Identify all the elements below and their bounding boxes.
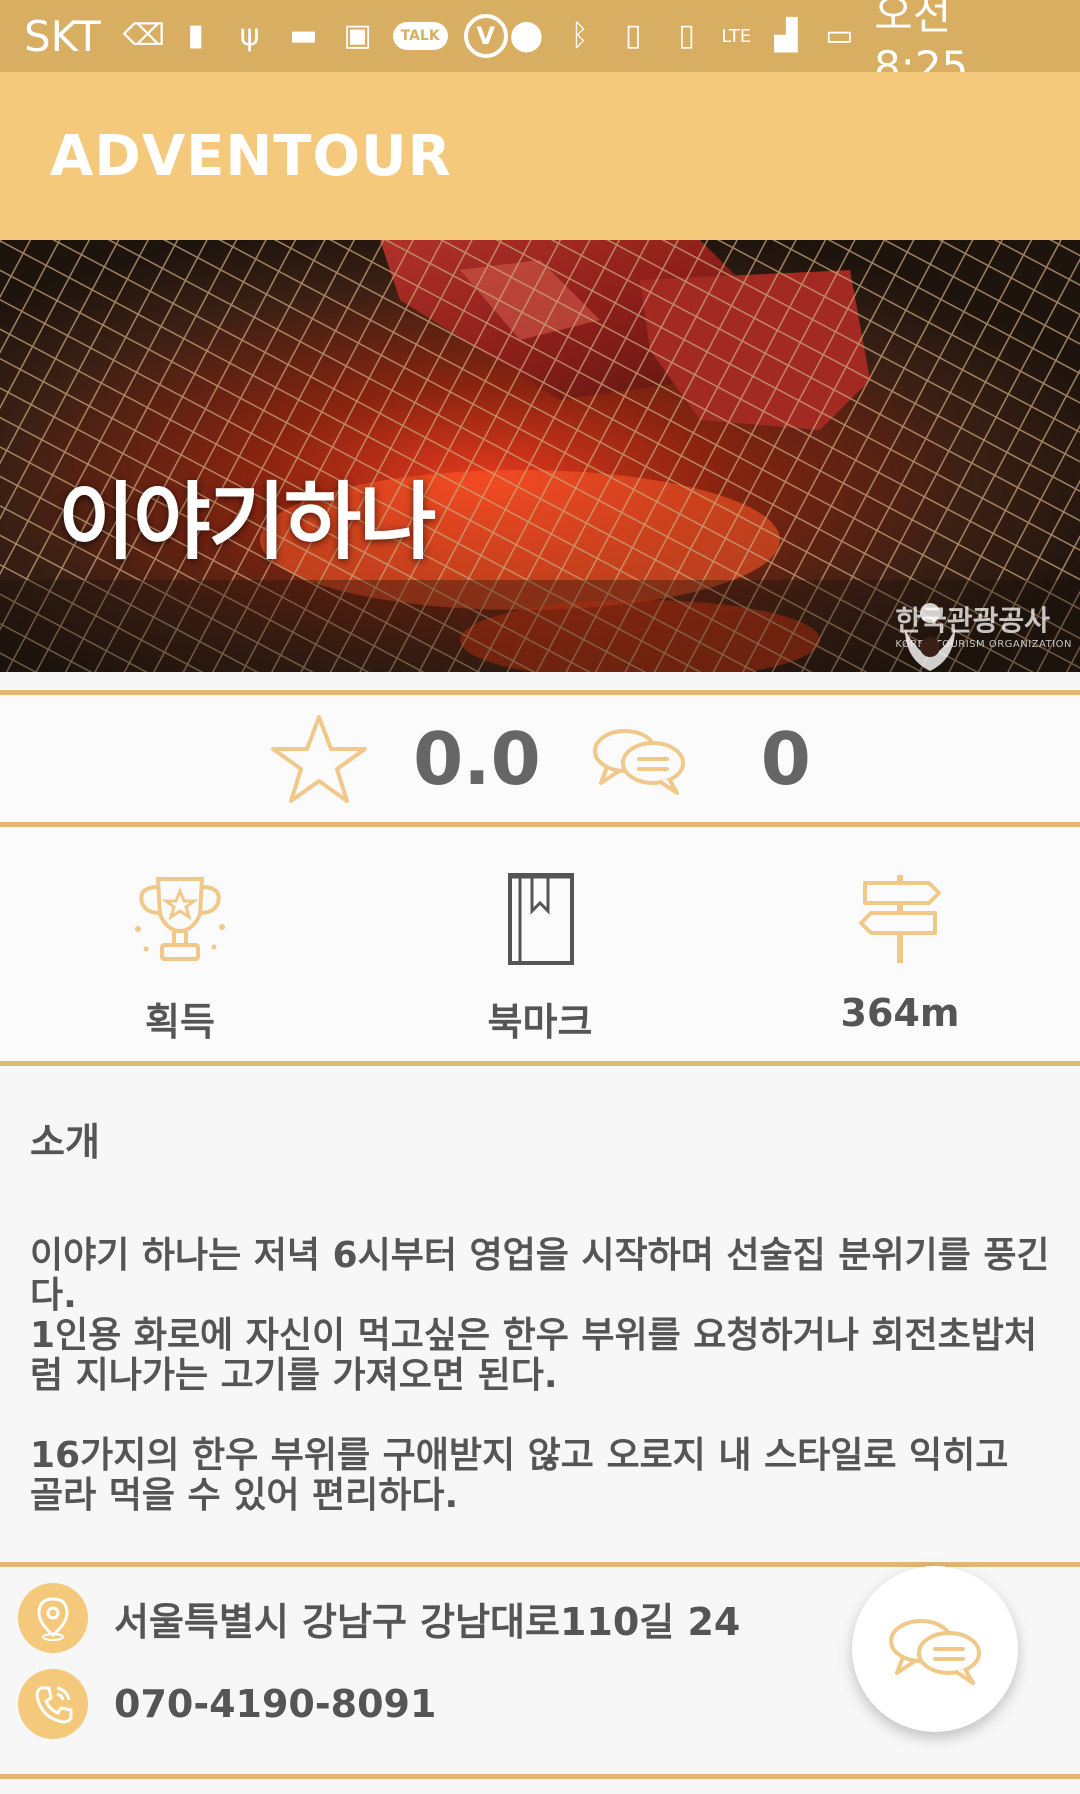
- intro-title: 소개: [30, 1120, 100, 1164]
- bookmark-button[interactable]: 북마크: [360, 829, 720, 1061]
- rating-value: 0.0: [413, 717, 541, 801]
- address-text: 서울특별시 강남구 강남대로110길 24: [114, 1599, 741, 1644]
- divider: [0, 1774, 1080, 1779]
- intro-section: 소개 이야기 하나는 저녁 6시부터 영업을 시작하며 선술집 분위기를 풍긴다…: [0, 1067, 1080, 1562]
- bookmark-book-icon: [508, 873, 574, 965]
- carrier-label: SKT: [24, 11, 101, 61]
- location-pin-icon: [18, 1583, 88, 1653]
- bluetooth-icon: ᛒ: [570, 18, 589, 53]
- intro-paragraph: 16가지의 한우 부위를 구애받지 않고 오로지 내 스타일로 익히고 골라 먹…: [30, 1435, 1009, 1516]
- tourism-watermark: 한국관광공사 KOREA TOURISM ORGANIZATION: [895, 599, 1072, 671]
- signal-icon: ▟: [774, 18, 798, 53]
- signpost-icon: [859, 875, 941, 963]
- network-type: LTE: [721, 25, 752, 47]
- trophy-icon: [135, 877, 225, 961]
- bookmark-label: 북마크: [487, 1000, 593, 1044]
- divider: [0, 1061, 1080, 1066]
- acquire-button[interactable]: 획득: [0, 829, 360, 1061]
- vibrate-icon: ▯: [678, 18, 695, 53]
- phone-row[interactable]: 070-4190-8091: [18, 1669, 436, 1739]
- app-bar: ADVENTOUR: [0, 72, 1080, 240]
- address-row[interactable]: 서울특별시 강남구 강남대로110길 24: [18, 1583, 740, 1653]
- distance-button[interactable]: 364m: [720, 829, 1080, 1061]
- review-count: 0: [760, 717, 811, 801]
- divider: [0, 822, 1080, 827]
- acquire-label: 획득: [145, 1000, 215, 1044]
- place-name: 이야기하나: [58, 473, 436, 571]
- v-icon: V: [463, 14, 508, 58]
- alert-icon: ▮: [187, 18, 204, 53]
- app-title: ADVENTOUR: [50, 123, 452, 189]
- phone-sync-icon: ▯: [624, 18, 642, 53]
- talk-icon: TALK: [392, 22, 448, 50]
- image-icon: ▣: [343, 18, 372, 53]
- video-icon: ▬: [289, 18, 318, 53]
- chat-bubbles-icon: [889, 1619, 981, 1685]
- notification-icons: ⌫ ▮ ψ ▬ ▣ TALK V: [123, 14, 508, 58]
- divider: [0, 1562, 1080, 1567]
- battery-icon: ▭: [825, 18, 854, 53]
- status-bar: SKT ⌫ ▮ ψ ▬ ▣ TALK V ⬤ ᛒ ▯ ▯ LTE ▟ ▭ 오전 …: [0, 0, 1080, 91]
- intro-paragraph: 이야기 하나는 저녁 6시부터 영업을 시작하며 선술집 분위기를 풍긴다.: [30, 1235, 1050, 1316]
- action-row: 획득 북마크 364m: [0, 829, 1080, 1061]
- phone-text: 070-4190-8091: [114, 1682, 437, 1726]
- divider: [0, 690, 1080, 695]
- kto-logo-icon: [905, 603, 956, 671]
- intro-paragraph: 1인용 화로에 자신이 먹고싶은 한우 부위를 요청하거나 회전초밥처럼 지나가…: [30, 1315, 1038, 1396]
- location-icon: ⬤: [509, 18, 544, 53]
- distance-label: 364m: [840, 991, 960, 1035]
- backspace-icon: ⌫: [122, 18, 166, 53]
- usb-icon: ψ: [239, 18, 260, 53]
- phone-icon: [18, 1669, 88, 1739]
- rating-row: 0.0 0: [0, 696, 1080, 822]
- star-icon[interactable]: [269, 711, 369, 807]
- reviews-icon[interactable]: [589, 721, 689, 797]
- hero-image: 이야기하나 한국관광공사 KOREA TOURISM ORGANIZATION: [0, 240, 1080, 672]
- write-review-fab[interactable]: [852, 1566, 1018, 1732]
